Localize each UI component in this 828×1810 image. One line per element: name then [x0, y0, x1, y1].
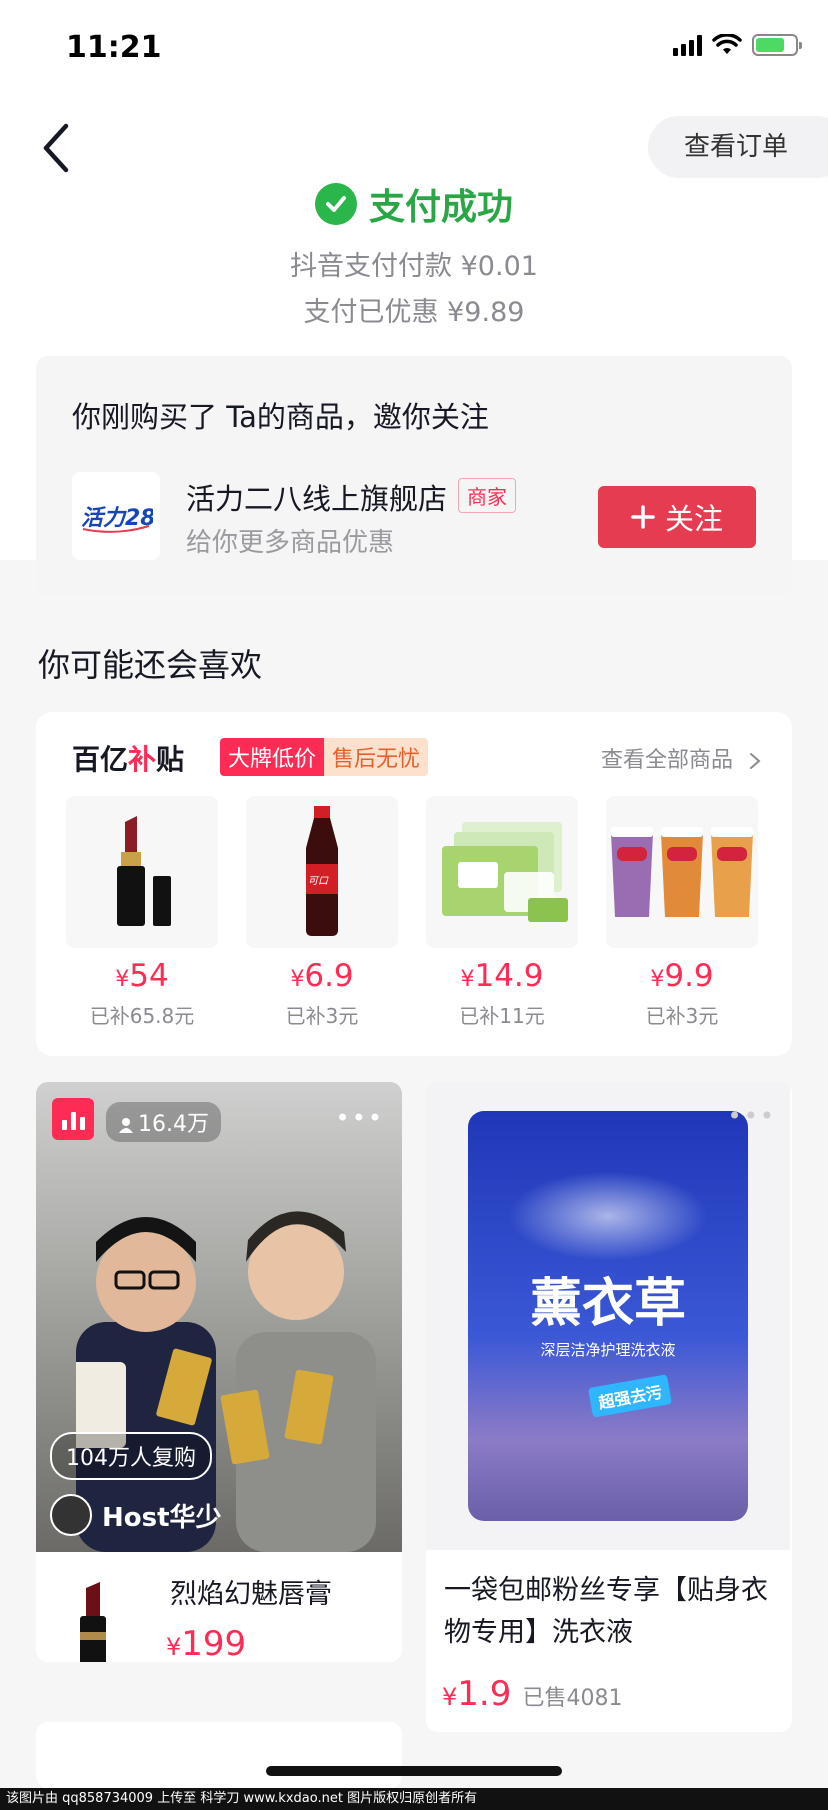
subsidy-price: ¥6.9 [290, 958, 354, 994]
next-feed-card[interactable] [36, 1722, 402, 1788]
paid-amount: 抖音支付付款 ¥0.01 [290, 251, 538, 282]
live-indicator-icon [52, 1098, 94, 1140]
user-icon [119, 1118, 133, 1133]
cellular-signal-icon [673, 34, 702, 56]
live-stream-cover[interactable]: 16.4万 ••• 104万人复购 Host华少 [36, 1082, 402, 1552]
milk-tea-cups-product-image [606, 796, 758, 948]
viewer-count: 16.4万 [106, 1102, 221, 1142]
more-options-icon[interactable]: ••• [336, 1104, 384, 1132]
view-order-button[interactable]: 查看订单 [648, 116, 828, 178]
product-price: ¥1.9 [442, 1674, 512, 1714]
host-avatar [50, 1494, 92, 1536]
chevron-right-icon [750, 753, 761, 769]
plus-icon [631, 505, 655, 529]
payment-success-text: 支付成功 [368, 187, 513, 228]
live-stream-card[interactable]: 16.4万 ••• 104万人复购 Host华少 烈焰幻魅唇膏 ¥199 [36, 1082, 402, 1662]
host-name: Host华少 [102, 1502, 222, 1533]
subsidy-item[interactable]: ¥14.9 已补11元 [426, 796, 578, 1029]
subsidy-item[interactable]: ¥54 已补65.8元 [66, 796, 218, 1029]
follow-button[interactable]: 关注 [598, 486, 756, 548]
battery-icon [752, 34, 802, 56]
subsidy-card: 百亿补贴 大牌低价 售后无忧 查看全部商品 ¥54 已补65.8元 可口 ¥6.… [36, 712, 792, 1056]
shop-name[interactable]: 活力二八线上旗舰店 [186, 476, 447, 518]
shop-logo[interactable]: 活力28 [72, 472, 160, 560]
tag-low-price: 大牌低价 [220, 738, 325, 776]
merchant-badge: 商家 [458, 478, 516, 513]
subsidy-brand-logo: 百亿补贴 [72, 743, 185, 776]
subsidy-price: ¥14.9 [460, 958, 544, 994]
discount-amount: 支付已优惠 ¥9.89 [303, 297, 525, 328]
product-price-row: ¥1.9 已售4081 [442, 1674, 622, 1714]
detergent-pack: 薰衣草 深层洁净护理洗衣液 超强去污 [468, 1111, 748, 1521]
detergent-product-image[interactable]: 薰衣草 深层洁净护理洗衣液 超强去污 ••• [426, 1082, 790, 1550]
status-icons [673, 34, 802, 56]
lipstick-thumbnail [66, 1582, 136, 1662]
subsidy-saved: 已补3元 [645, 1004, 719, 1028]
product-title: 烈焰幻魅唇膏 [170, 1579, 332, 1610]
watermark-text: 该图片由 qq858734009 上传至 科学刀 www.kxdao.net 图… [0, 1788, 828, 1810]
host-info[interactable]: Host华少 [50, 1494, 222, 1536]
product-card[interactable]: 薰衣草 深层洁净护理洗衣液 超强去污 ••• 一袋包邮粉丝专享【贴身衣物专用】洗… [426, 1082, 792, 1732]
subsidy-price: ¥54 [115, 958, 169, 994]
shop-subtitle: 给你更多商品优惠 [186, 528, 395, 558]
home-indicator [266, 1766, 562, 1776]
view-all-products-link[interactable]: 查看全部商品 [601, 742, 762, 774]
tag-after-sale: 售后无忧 [324, 738, 429, 776]
rebuy-badge: 104万人复购 [50, 1432, 212, 1480]
status-time: 11:21 [66, 30, 162, 65]
subsidy-saved: 已补65.8元 [89, 1004, 195, 1028]
wifi-icon [712, 34, 742, 54]
sold-count: 已售4081 [522, 1686, 623, 1711]
follow-shop-card: 你刚购买了 Ta的商品，邀你关注 活力28 活力二八线上旗舰店 商家 给你更多商… [36, 356, 792, 596]
subsidy-price: ¥9.9 [650, 958, 714, 994]
subsidy-saved: 已补3元 [285, 1004, 359, 1028]
payment-success-title: 支付成功 [0, 178, 828, 230]
subsidy-saved: 已补11元 [459, 1004, 545, 1028]
follow-card-title: 你刚购买了 Ta的商品，邀你关注 [72, 400, 489, 434]
subsidy-item[interactable]: ¥9.9 已补3元 [606, 796, 758, 1029]
lipstick-product-image [66, 796, 218, 948]
tissue-pack-product-image [426, 796, 578, 948]
back-button[interactable] [38, 118, 78, 178]
subsidy-item[interactable]: 可口 ¥6.9 已补3元 [246, 796, 398, 1029]
cola-bottle-product-image: 可口 [246, 796, 398, 948]
more-options-icon[interactable]: ••• [728, 1102, 776, 1130]
follow-button-label: 关注 [664, 502, 723, 536]
recommend-section-title: 你可能还会喜欢 [38, 646, 263, 684]
product-price: ¥199 [166, 1624, 247, 1662]
svg-text:可口: 可口 [308, 876, 329, 887]
check-circle-icon [314, 183, 357, 225]
product-title: 一袋包邮粉丝专享【贴身衣物专用】洗衣液 [444, 1575, 768, 1648]
